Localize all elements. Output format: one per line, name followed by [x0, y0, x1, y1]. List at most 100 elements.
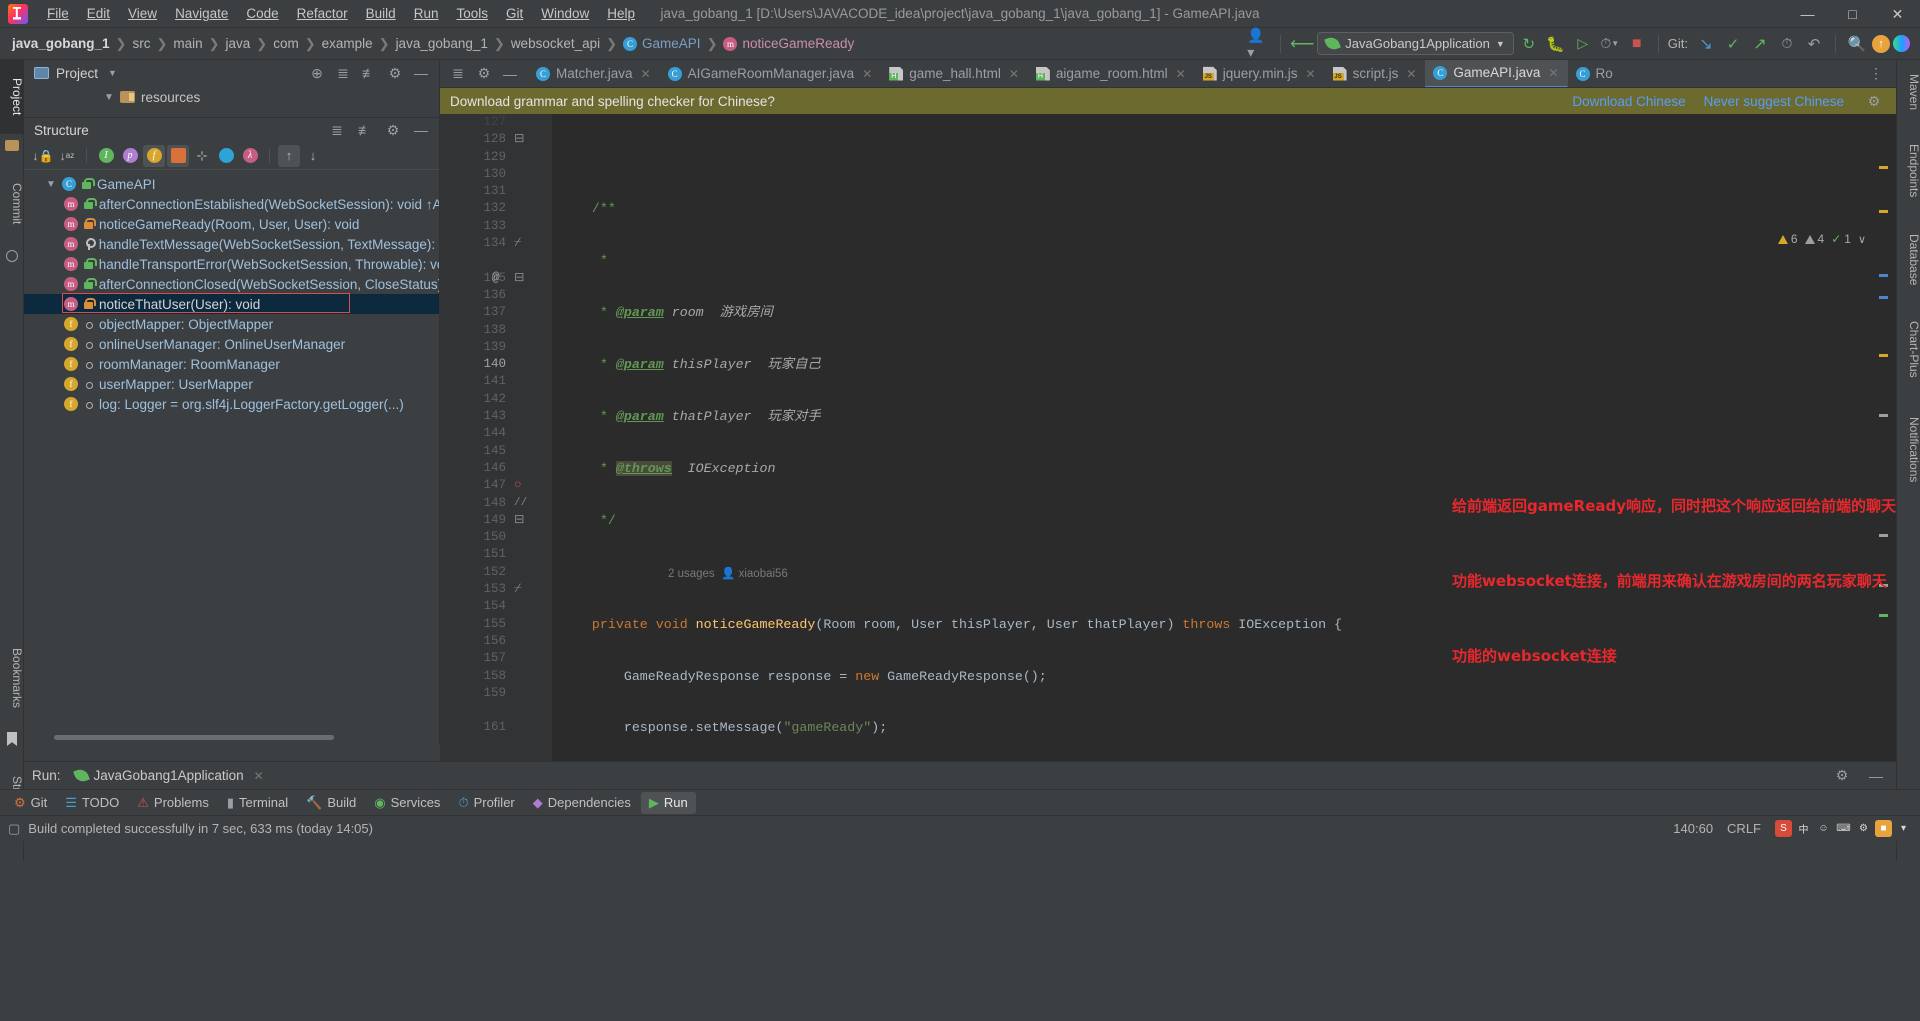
notifications-icon[interactable]: ↑ [1872, 34, 1890, 53]
fold-close-icon[interactable]: ⌿ [514, 581, 534, 598]
bottom-tab-services[interactable]: ◉ Services [366, 792, 448, 814]
breadcrumb-method[interactable]: m noticeGameReady [723, 36, 854, 51]
inherited-members-icon[interactable]: I [95, 145, 117, 167]
structure-item-objectmapper[interactable]: f objectMapper: ObjectMapper [24, 314, 439, 334]
breadcrumb-main[interactable]: main [173, 36, 202, 51]
sogou-ime-icon[interactable]: S [1775, 820, 1792, 837]
menu-navigate[interactable]: Navigate [166, 2, 237, 25]
warning-marker[interactable] [1879, 166, 1888, 169]
back-arrow-icon[interactable]: ⟵ [1290, 32, 1314, 56]
fold-open-icon[interactable]: ⊟ [514, 512, 534, 529]
anonymous-filter-icon[interactable] [215, 145, 237, 167]
debug-icon[interactable]: 🐛 [1544, 32, 1568, 56]
close-icon[interactable]: ✕ [254, 769, 264, 783]
editor-gutter[interactable]: 127 128 129 130 131 132 133 134 135 136 … [440, 114, 552, 761]
checks-badge[interactable]: ✓ 1 [1831, 232, 1851, 246]
breadcrumb-src[interactable]: src [132, 36, 150, 51]
menu-tools[interactable]: Tools [447, 2, 497, 25]
user-icon[interactable]: 👤▾ [1247, 27, 1271, 60]
toolbox-icon[interactable]: ■ [1875, 820, 1892, 837]
emoji-icon[interactable]: ☺ [1815, 820, 1832, 837]
minimize-button[interactable]: — [1785, 0, 1830, 28]
structure-item-noticethatuser[interactable]: m noticeThatUser(User): void [24, 293, 439, 314]
breadcrumb-example[interactable]: example [322, 36, 373, 51]
chevron-down-icon[interactable]: ▼ [104, 92, 118, 103]
tab-aigame-room-html[interactable]: aigame_room.html ✕ [1028, 60, 1195, 87]
gear-icon[interactable]: ⚙ [1862, 89, 1886, 113]
properties-filter-icon[interactable]: p [119, 145, 141, 167]
menu-view[interactable]: View [119, 2, 166, 25]
update-project-icon[interactable]: ↘ [1694, 32, 1718, 56]
sidebar-item-chart-plus[interactable]: Chart-Plus [1897, 306, 1920, 392]
commit-icon[interactable]: ✓ [1721, 32, 1745, 56]
bottom-tab-git[interactable]: ⚙ Git [6, 792, 55, 814]
menu-git[interactable]: Git [497, 2, 532, 25]
sort-alphabetically-icon[interactable]: ↓ az [56, 145, 78, 167]
expand-all-icon[interactable]: ≣ [325, 118, 349, 142]
gear-icon[interactable]: ⚙ [472, 62, 496, 86]
breadcrumb-project[interactable]: java_gobang_1 [396, 36, 488, 51]
search-icon[interactable]: 🔍 [1845, 32, 1869, 56]
sidebar-item-bookmarks[interactable]: Bookmarks [0, 635, 24, 721]
structure-item-log[interactable]: f log: Logger = org.slf4j.LoggerFactory.… [24, 394, 439, 414]
project-tree-item-resources[interactable]: ▼ resources [24, 86, 439, 108]
non-public-filter-icon[interactable] [167, 144, 189, 167]
tab-gameapi-java[interactable]: GameAPI.java ✕ [1425, 60, 1568, 87]
chevron-down-icon[interactable]: ▼ [108, 68, 117, 78]
rollback-icon[interactable]: ↶ [1802, 32, 1826, 56]
more-tabs-icon[interactable]: ⋮ [1864, 62, 1888, 86]
run-with-coverage-icon[interactable]: ▷ [1571, 32, 1595, 56]
fold-open-icon[interactable]: ⊟ [514, 270, 534, 287]
run-configuration-selector[interactable]: JavaGobang1Application ▼ [1317, 32, 1514, 55]
close-icon[interactable]: ✕ [641, 67, 651, 81]
code-folding-column[interactable]: ⊟ ⌿ ⊟ ○ // ⊟ ⌿ [514, 114, 534, 598]
menu-edit[interactable]: Edit [78, 2, 119, 25]
weak-warning-marker[interactable] [1879, 414, 1888, 417]
expand-collapse-icon[interactable]: ≣ [446, 62, 470, 86]
push-icon[interactable]: ↗ [1748, 32, 1772, 56]
breadcrumb-com[interactable]: com [273, 36, 299, 51]
menu-build[interactable]: Build [357, 2, 405, 25]
menu-run[interactable]: Run [405, 2, 448, 25]
fold-open-icon[interactable]: ⊟ [514, 131, 534, 148]
collapse-all-icon[interactable]: ≢ [357, 61, 381, 85]
bottom-tab-dependencies[interactable]: ◆ Dependencies [525, 792, 639, 814]
collapse-all-icon[interactable]: ↓ [302, 145, 324, 167]
close-icon[interactable]: ✕ [1406, 67, 1416, 81]
sidebar-item-notifications[interactable]: Notifications [1897, 398, 1920, 502]
author-name[interactable]: 👤 xiaobai56 [715, 568, 788, 580]
sidebar-item-project[interactable]: Project [0, 60, 24, 134]
usages-count[interactable]: 2 usages [560, 568, 715, 580]
menu-refactor[interactable]: Refactor [288, 2, 357, 25]
menu-window[interactable]: Window [532, 2, 598, 25]
expand-all-icon[interactable]: ↑ [278, 144, 300, 167]
change-marker[interactable] [1879, 274, 1888, 277]
structure-item-handletransporterror[interactable]: m handleTransportError(WebSocketSession,… [24, 254, 439, 274]
tab-matcher-java[interactable]: Matcher.java ✕ [528, 60, 660, 87]
rerun-icon[interactable]: ↻ [1517, 32, 1541, 56]
download-chinese-link[interactable]: Download Chinese [1572, 94, 1685, 109]
sort-by-visibility-icon[interactable]: ↓ 🔒 [32, 145, 54, 167]
structure-item-onlineusermanager[interactable]: f onlineUserManager: OnlineUserManager [24, 334, 439, 354]
fields-filter-icon[interactable]: f [143, 144, 165, 167]
breadcrumb-class[interactable]: C GameAPI [623, 36, 701, 51]
structure-item-handletextmessage[interactable]: m handleTextMessage(WebSocketSession, Te… [24, 234, 439, 254]
keyboard-icon[interactable]: ⌨ [1835, 820, 1852, 837]
commit-icon[interactable] [6, 250, 18, 262]
structure-item-roommanager[interactable]: f roomManager: RoomManager [24, 354, 439, 374]
history-icon[interactable]: ⏱ [1775, 32, 1799, 56]
close-icon[interactable]: ✕ [1548, 66, 1558, 80]
hide-panel-icon[interactable]: — [498, 62, 522, 86]
stop-icon[interactable]: ■ [1625, 32, 1649, 56]
collapse-all-icon[interactable]: ≢ [353, 118, 377, 142]
sidebar-item-maven[interactable]: Maven [1897, 62, 1920, 122]
run-tab-javagobang1application[interactable]: JavaGobang1Application ✕ [72, 767, 264, 784]
warning-marker[interactable] [1879, 354, 1888, 357]
breakpoint-icon[interactable]: ○ [514, 477, 534, 494]
tab-aigameroommanager-java[interactable]: AIGameRoomManager.java ✕ [660, 60, 882, 87]
sidebar-item-database[interactable]: Database [1897, 220, 1920, 300]
lambdas-filter-icon[interactable]: λ [239, 145, 261, 167]
structure-horizontal-scrollbar[interactable] [54, 735, 334, 740]
close-icon[interactable]: ✕ [862, 67, 872, 81]
inspection-widget[interactable]: 6 4 ✓ 1 ∨ [1777, 232, 1866, 246]
